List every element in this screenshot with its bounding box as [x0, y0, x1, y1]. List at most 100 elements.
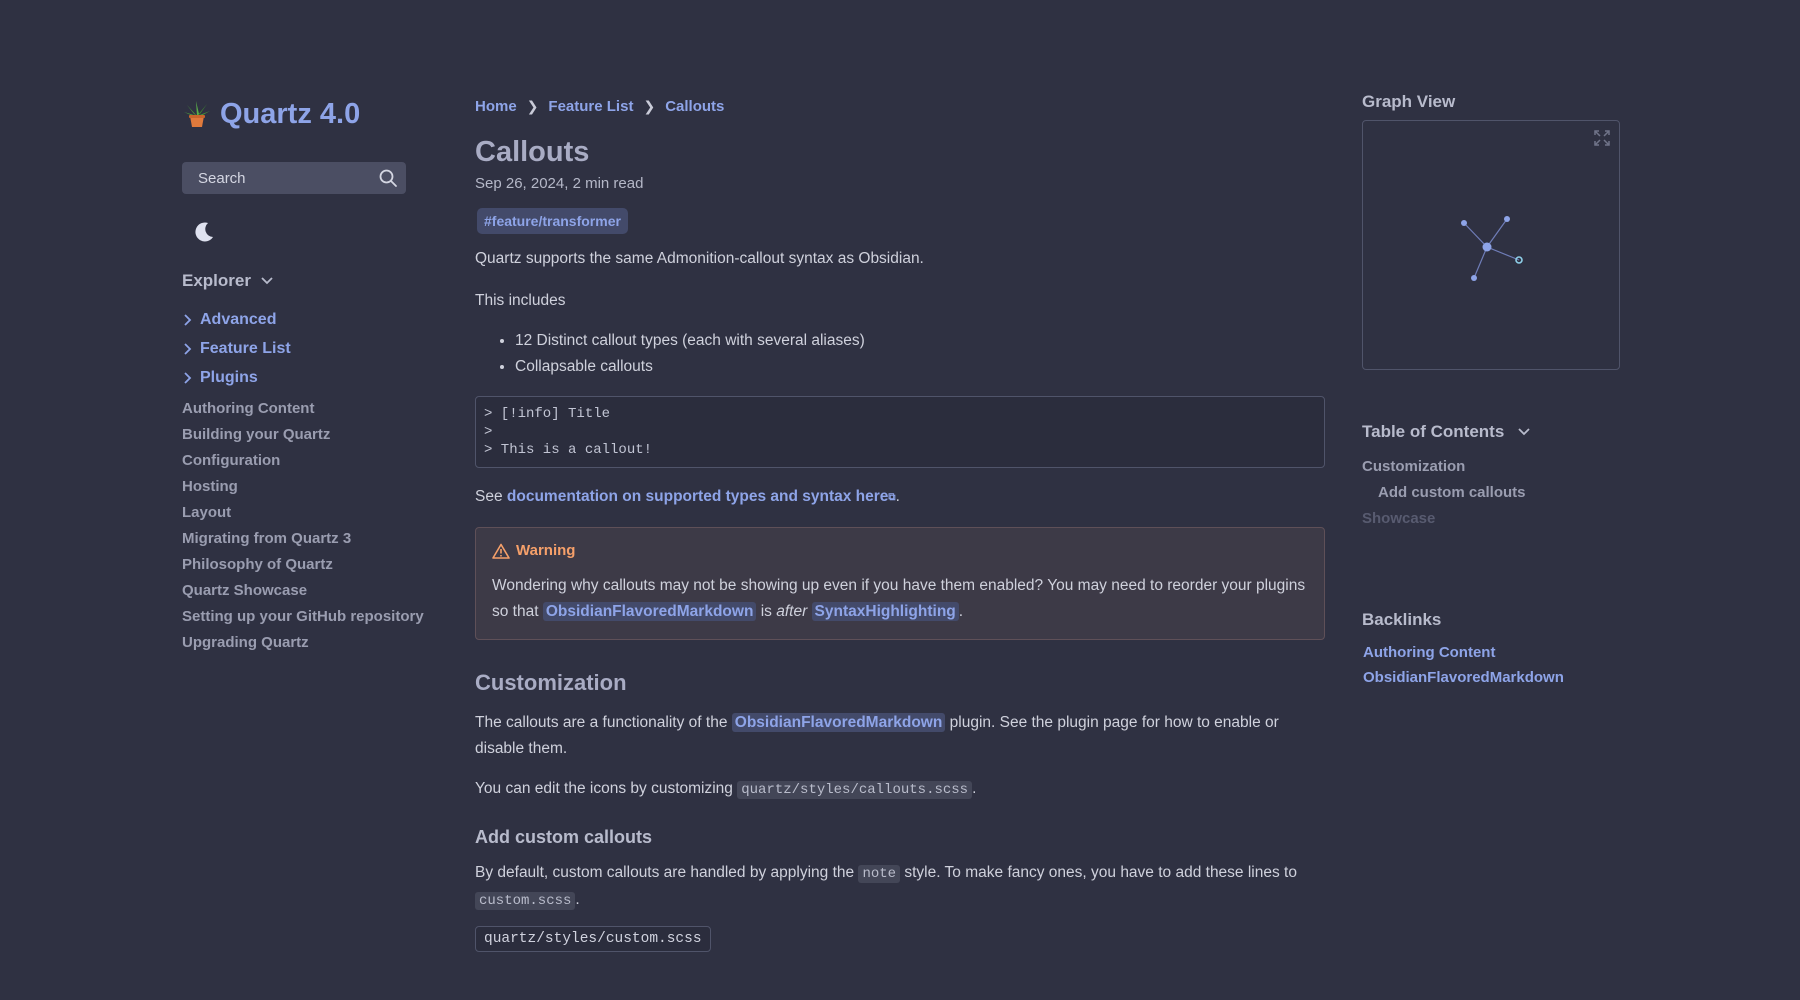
site-title[interactable]: Quartz 4.0 — [220, 98, 360, 131]
toc-item[interactable]: Add custom callouts — [1362, 480, 1620, 506]
inline-code: quartz/styles/callouts.scss — [737, 781, 973, 799]
graph-view[interactable] — [1362, 120, 1620, 370]
add-custom-callouts-heading: Add custom callouts — [475, 827, 653, 847]
warning-text — [807, 603, 811, 620]
toc-item[interactable]: Customization — [1362, 454, 1620, 480]
graph-node — [1461, 220, 1467, 226]
list-item: Collapsable callouts — [515, 354, 1325, 380]
file-link[interactable]: Building your Quartz — [182, 422, 432, 448]
backlinks-title: Backlinks — [1362, 610, 1442, 629]
file-link[interactable]: Authoring Content — [182, 396, 432, 422]
warning-label: Warning — [516, 542, 576, 559]
intro-paragraph: Quartz supports the same Admonition-call… — [475, 250, 924, 267]
paragraph-text: . — [575, 891, 580, 908]
list-item: 12 Distinct callout types (each with sev… — [515, 328, 1325, 354]
docs-external-link[interactable]: documentation on supported types and syn… — [507, 488, 896, 505]
paragraph-text: The callouts are a functionality of the — [475, 714, 732, 731]
main-content: Home ❯ Feature List ❯ Callouts Callouts … — [475, 92, 1325, 952]
file-link[interactable]: Hosting — [182, 474, 432, 500]
custom-callouts-paragraph: By default, custom callouts are handled … — [475, 860, 1325, 914]
backlink[interactable]: Authoring Content — [1363, 644, 1495, 661]
paragraph-text: style. To make fancy ones, you have to a… — [900, 864, 1297, 881]
chevron-down-icon — [261, 277, 273, 285]
see-suffix: . — [895, 488, 900, 505]
syntax-highlighting-link[interactable]: SyntaxHighlighting — [811, 602, 959, 621]
breadcrumb-home[interactable]: Home — [475, 98, 517, 115]
chevron-down-icon — [1518, 428, 1530, 436]
explorer-toggle[interactable]: Explorer — [182, 271, 432, 291]
external-link-icon: ⧉ — [888, 492, 896, 503]
toc-list: Customization Add custom callouts Showca… — [1362, 454, 1620, 532]
chevron-right-icon — [184, 342, 192, 355]
file-link[interactable]: Quartz Showcase — [182, 578, 432, 604]
icons-paragraph: You can edit the icons by customizing qu… — [475, 776, 1325, 803]
folder-advanced[interactable]: Advanced — [182, 305, 432, 334]
toc-title: Table of Contents — [1362, 422, 1505, 441]
explorer-folders: Advanced Feature List Plugins — [182, 305, 432, 392]
chevron-right-icon — [184, 313, 192, 326]
breadcrumb-separator: ❯ — [643, 97, 656, 114]
right-sidebar: Graph View Table of Contents Customizati… — [1362, 92, 1620, 690]
inline-code: custom.scss — [475, 892, 576, 910]
see-prefix: See — [475, 488, 507, 505]
customization-heading: Customization — [475, 670, 627, 695]
warning-body: Wondering why callouts may not be showin… — [492, 573, 1308, 625]
search-icon[interactable] — [378, 168, 398, 188]
see-paragraph: See documentation on supported types and… — [475, 484, 1325, 511]
docs-link-label: documentation on supported types and syn… — [506, 488, 889, 505]
graph-node — [1471, 275, 1477, 281]
file-link[interactable]: Migrating from Quartz 3 — [182, 526, 432, 552]
search-placeholder: Search — [198, 169, 246, 187]
customization-paragraph: The callouts are a functionality of the … — [475, 710, 1325, 762]
chevron-right-icon — [184, 371, 192, 384]
inline-code: note — [858, 865, 901, 883]
paragraph-text: By default, custom callouts are handled … — [475, 864, 859, 881]
dark-mode-toggle-icon[interactable] — [192, 220, 216, 244]
file-link[interactable]: Setting up your GitHub repository — [182, 604, 432, 630]
obsidian-flavored-markdown-link[interactable]: ObsidianFlavoredMarkdown — [731, 713, 946, 732]
graph-node — [1504, 216, 1510, 222]
folder-label: Advanced — [200, 310, 277, 328]
left-sidebar: Quartz 4.0 Search Explorer Advanced Feat… — [182, 92, 432, 656]
breadcrumb-current[interactable]: Callouts — [665, 98, 724, 115]
warning-emphasis: after — [776, 603, 808, 620]
file-link[interactable]: Layout — [182, 500, 432, 526]
site-logo[interactable]: Quartz 4.0 — [182, 92, 432, 136]
includes-paragraph: This includes — [475, 292, 566, 309]
toc-item[interactable]: Showcase — [1362, 506, 1620, 532]
paragraph-text: . — [972, 780, 977, 797]
potted-plant-icon — [184, 101, 210, 127]
breadcrumb-separator: ❯ — [526, 97, 539, 114]
code-filename-label: quartz/styles/custom.scss — [475, 926, 711, 952]
warning-callout: Warning Wondering why callouts may not b… — [475, 527, 1325, 640]
breadcrumb-feature-list[interactable]: Feature List — [548, 98, 633, 115]
warning-text: . — [958, 603, 964, 620]
file-link[interactable]: Philosophy of Quartz — [182, 552, 432, 578]
explorer-title: Explorer — [182, 271, 251, 290]
folder-label: Feature List — [200, 339, 291, 357]
backlink[interactable]: ObsidianFlavoredMarkdown — [1363, 669, 1564, 686]
file-link[interactable]: Configuration — [182, 448, 432, 474]
graph-canvas[interactable] — [1363, 121, 1619, 369]
warning-icon — [492, 543, 510, 559]
explorer-files: Authoring Content Building your Quartz C… — [182, 396, 432, 656]
tag-link[interactable]: #feature/transformer — [477, 208, 628, 234]
feature-bullets: 12 Distinct callout types (each with sev… — [475, 328, 1325, 380]
code-block: > [!info] Title > > This is a callout! — [475, 396, 1325, 468]
graph-view-title: Graph View — [1362, 92, 1456, 111]
page-title: Callouts — [475, 136, 590, 168]
obsidian-flavored-markdown-link[interactable]: ObsidianFlavoredMarkdown — [542, 602, 757, 621]
file-link[interactable]: Upgrading Quartz — [182, 630, 432, 656]
toc-toggle[interactable]: Table of Contents — [1362, 422, 1620, 442]
folder-label: Plugins — [200, 368, 258, 386]
graph-node — [1482, 242, 1492, 252]
warning-title: Warning — [492, 542, 1308, 559]
folder-feature-list[interactable]: Feature List — [182, 334, 432, 363]
paragraph-text: You can edit the icons by customizing — [475, 780, 738, 797]
folder-plugins[interactable]: Plugins — [182, 363, 432, 392]
search-box[interactable]: Search — [182, 162, 406, 194]
backlinks-list: Authoring Content ObsidianFlavoredMarkdo… — [1362, 640, 1620, 690]
warning-text: is — [756, 603, 777, 620]
breadcrumb: Home ❯ Feature List ❯ Callouts — [475, 92, 1325, 120]
page-meta: Sep 26, 2024, 2 min read — [475, 175, 644, 192]
